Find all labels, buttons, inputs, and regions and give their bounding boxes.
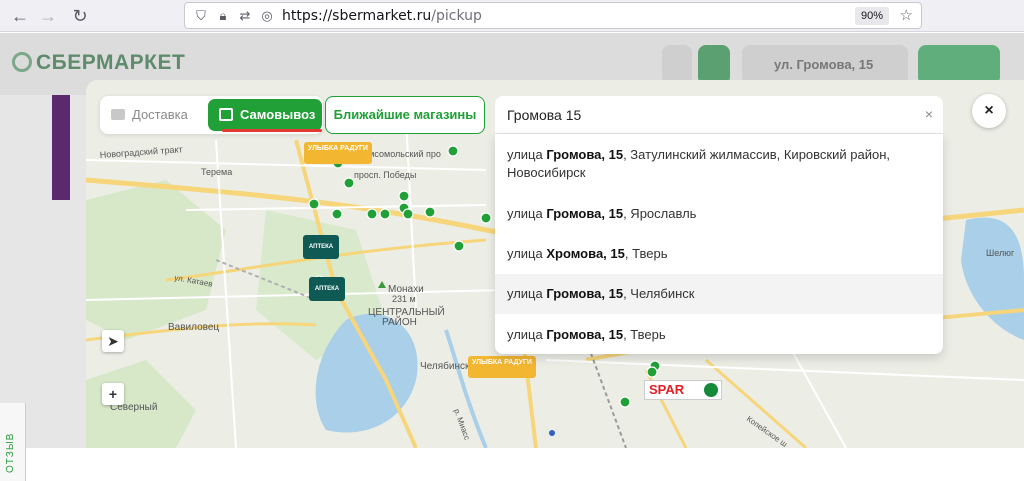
suggestion-suffix: , Челябинск bbox=[623, 286, 695, 301]
suggestion-prefix: улица bbox=[507, 246, 547, 261]
address-suggestions: улица Громова, 15, Затулинский жилмассив… bbox=[495, 134, 943, 354]
suggestion-match: Громова, 15 bbox=[546, 147, 624, 162]
feedback-label: ОТЗЫВ bbox=[5, 432, 16, 473]
pickup-modal: Новоградский тракт Терема просп. Победы … bbox=[86, 80, 1024, 448]
url-text[interactable]: https://sbermarket.ru/pickup bbox=[282, 8, 482, 24]
spar-marker[interactable]: SPAR bbox=[644, 380, 722, 400]
tab-pickup[interactable]: Самовывоз bbox=[208, 99, 322, 131]
zoom-level[interactable]: 90% bbox=[854, 7, 889, 25]
ulybka-marker[interactable]: УЛЫБКА РАДУГИ bbox=[304, 142, 372, 164]
zoom-in-button[interactable]: + bbox=[102, 383, 124, 405]
logo-text: СБЕРМАРКЕТ bbox=[36, 51, 186, 74]
pharmacy-marker[interactable]: АПТЕКА bbox=[303, 235, 339, 259]
header-pickup-icon[interactable] bbox=[698, 45, 730, 85]
suggestion-suffix: , Тверь bbox=[624, 246, 668, 261]
address-bar[interactable]: ⛉ 🔒︎ ⇄ ◎ https://sbermarket.ru/pickup 90… bbox=[184, 2, 922, 29]
pharmacy-label: АПТЕКА bbox=[308, 244, 334, 250]
suggestion-match: Хромова, 15 bbox=[546, 246, 625, 261]
header-address[interactable]: ул. Громова, 15 bbox=[742, 45, 908, 85]
suggestion-prefix: улица bbox=[507, 327, 547, 342]
tab-active-indicator bbox=[222, 129, 322, 132]
label-central-2: РАЙОН bbox=[382, 315, 417, 328]
suggestion-suffix: , Тверь bbox=[623, 327, 666, 342]
shield-icon[interactable]: ⛉ bbox=[193, 8, 209, 24]
locate-me-icon[interactable]: ➤ bbox=[102, 330, 124, 352]
suggestion-prefix: улица bbox=[507, 286, 547, 301]
logo-icon bbox=[12, 52, 32, 72]
permissions-icon[interactable]: ⇄ bbox=[237, 8, 253, 24]
site-logo[interactable]: СБЕРМАРКЕТ bbox=[12, 51, 185, 75]
suggestion-match: Громова, 15 bbox=[546, 206, 624, 221]
suggestion-suffix: , Ярославль bbox=[623, 206, 697, 221]
tab-delivery[interactable]: Доставка bbox=[108, 102, 188, 128]
tab-delivery-label: Доставка bbox=[132, 107, 188, 122]
close-modal-button[interactable]: × bbox=[972, 94, 1006, 128]
address-search-input[interactable] bbox=[507, 104, 907, 126]
url-host: https://sbermarket.ru bbox=[282, 8, 432, 24]
back-icon[interactable]: ← bbox=[8, 4, 32, 28]
feedback-tab[interactable]: ОТЗЫВ bbox=[0, 403, 26, 481]
location-icon[interactable]: ◎ bbox=[259, 8, 275, 24]
header-address-text: ул. Громова, 15 bbox=[774, 57, 874, 72]
reload-icon[interactable]: ↻ bbox=[68, 4, 92, 28]
suggestion-item[interactable]: улица Громова, 15, Тверь bbox=[495, 326, 943, 344]
spar-label: SPAR bbox=[649, 382, 685, 397]
nearest-stores-button[interactable]: Ближайшие магазины bbox=[325, 96, 485, 134]
suggestion-match: Громова, 15 bbox=[546, 286, 624, 301]
ulybka-label-2: УЛЫБКА РАДУГИ bbox=[472, 359, 532, 366]
search-clear-icon[interactable]: × bbox=[925, 106, 933, 122]
label-terema: Терема bbox=[201, 167, 232, 177]
label-vavilovets: Вавиловец bbox=[168, 322, 219, 333]
lock-icon[interactable]: 🔒︎ bbox=[215, 8, 231, 24]
forward-icon[interactable]: → bbox=[36, 4, 60, 28]
suggestion-item[interactable]: улица Громова, 15, Затулинский жилмассив… bbox=[495, 146, 943, 182]
tab-pickup-label: Самовывоз bbox=[240, 107, 316, 122]
promo-banner bbox=[52, 95, 70, 200]
suggestion-prefix: улица bbox=[507, 206, 547, 221]
store-icon bbox=[219, 108, 233, 121]
browser-toolbar: ← → ↻ ⛉ 🔒︎ ⇄ ◎ https://sbermarket.ru/pic… bbox=[0, 0, 1024, 32]
label-pobedy: просп. Победы bbox=[354, 170, 416, 180]
header-login-button[interactable] bbox=[918, 45, 1000, 85]
spar-tree-icon bbox=[704, 383, 718, 397]
ulybka-label: УЛЫБКА РАДУГИ bbox=[308, 145, 368, 152]
address-search: × bbox=[495, 96, 943, 134]
label-chelyabinsk: Челябинск bbox=[420, 360, 470, 372]
pharmacy-label-2: АПТЕКА bbox=[314, 286, 340, 292]
suggestion-prefix: улица bbox=[507, 147, 547, 162]
suggestion-match: Громова, 15 bbox=[546, 327, 624, 342]
bookmark-star-icon[interactable]: ☆ bbox=[900, 6, 913, 24]
suggestion-item[interactable]: улица Хромова, 15, Тверь bbox=[495, 245, 943, 263]
pharmacy-marker-2[interactable]: АПТЕКА bbox=[309, 277, 345, 301]
label-shelyug: Шелюг bbox=[986, 248, 1015, 258]
label-monakhi-alt: 231 м bbox=[392, 294, 416, 304]
truck-icon bbox=[111, 109, 125, 120]
ulybka-marker-2[interactable]: УЛЫБКА РАДУГИ bbox=[468, 356, 536, 378]
header-delivery-icon[interactable] bbox=[662, 45, 692, 85]
suggestion-item-highlighted[interactable]: улица Громова, 15, Челябинск bbox=[495, 274, 943, 314]
url-path: /pickup bbox=[431, 8, 482, 24]
suggestion-item[interactable]: улица Громова, 15, Ярославль bbox=[495, 205, 943, 223]
